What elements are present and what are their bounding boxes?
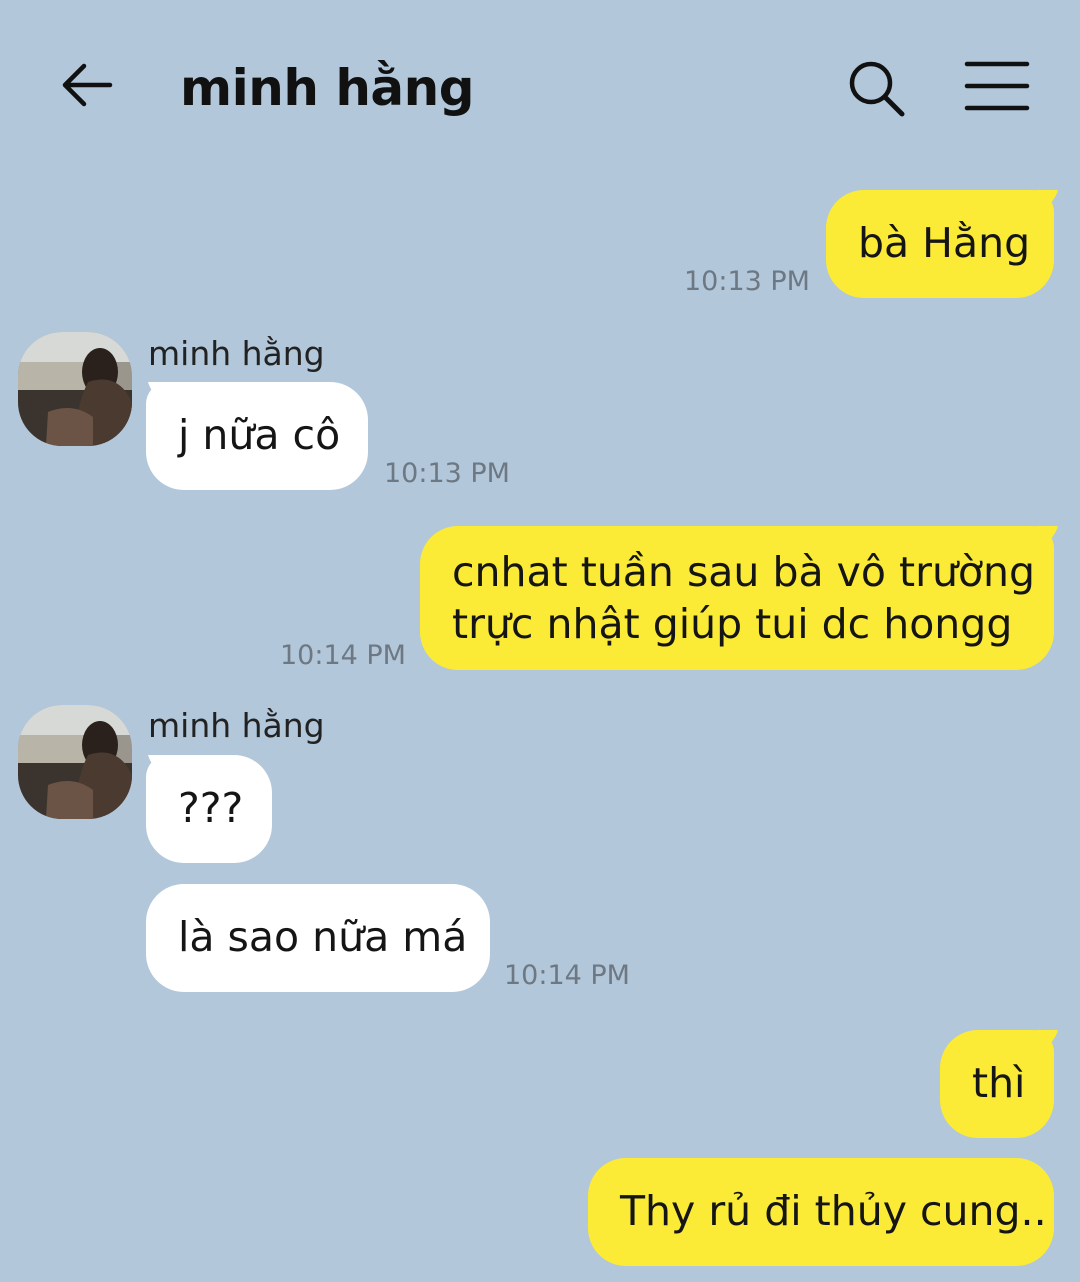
outgoing-message-bubble[interactable]: Thy rủ đi thủy cung.. [588,1158,1054,1266]
incoming-message-bubble[interactable]: j nữa cô [146,382,368,490]
chat-header: minh hằng [0,0,1080,170]
message-text-line: cnhat tuần sau bà vô trường [452,548,1036,596]
outgoing-message-bubble[interactable]: bà Hằng [826,190,1054,298]
avatar-photo [18,332,132,446]
bubble-tail [1036,526,1058,552]
message-text: thì [972,1059,1026,1107]
message-timestamp: 10:14 PM [504,960,630,991]
sender-name: minh hằng [148,706,325,745]
sender-name: minh hằng [148,334,325,373]
hamburger-menu-icon[interactable] [964,60,1030,112]
incoming-message-bubble[interactable]: ??? [146,755,272,863]
avatar-photo [18,705,132,819]
bubble-tail [1036,1030,1058,1056]
message-text: là sao nữa má [178,913,468,961]
contact-avatar[interactable] [18,705,132,819]
incoming-message-bubble[interactable]: là sao nữa má [146,884,490,992]
message-timestamp: 10:13 PM [384,458,510,489]
contact-avatar[interactable] [18,332,132,446]
search-icon[interactable] [846,58,906,118]
message-text: Thy rủ đi thủy cung.. [620,1187,1047,1235]
arrow-left-icon[interactable] [58,58,116,112]
message-text: ??? [178,784,244,832]
message-timestamp: 10:13 PM [684,266,810,297]
message-timestamp: 10:14 PM [280,640,406,671]
message-text: bà Hằng [858,219,1031,267]
chat-title: minh hằng [180,59,475,117]
message-text: j nữa cô [178,411,341,459]
message-text-line: trực nhật giúp tui dc hongg [452,600,1013,648]
outgoing-message-bubble[interactable]: cnhat tuần sau bà vô trường trực nhật gi… [420,526,1054,670]
bubble-tail [1036,190,1058,216]
